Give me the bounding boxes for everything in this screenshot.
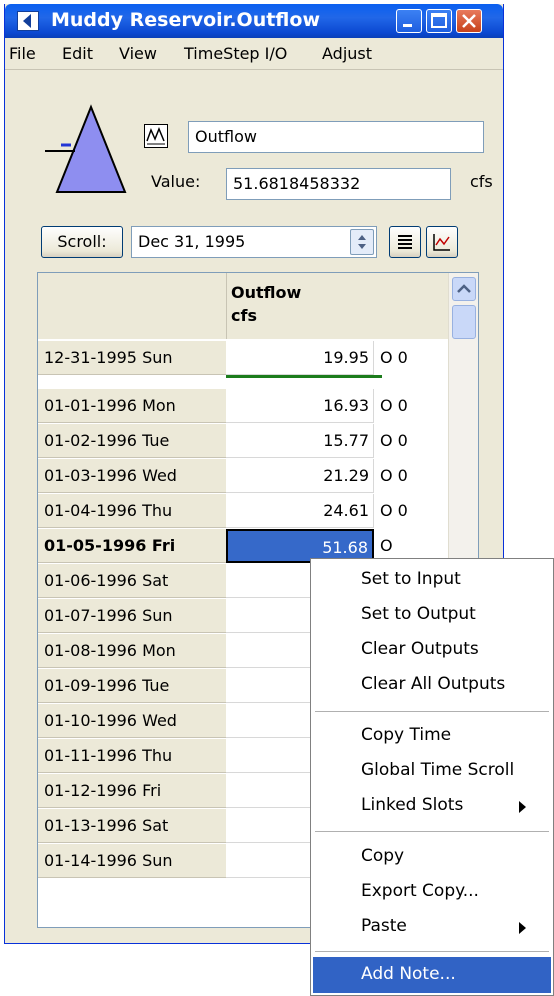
window-title: Muddy Reservoir.Outflow [51, 9, 320, 31]
menu-set-to-output[interactable]: Set to Output [361, 604, 476, 624]
menu-paste[interactable]: Paste [361, 916, 407, 936]
row-flag: O 0 [380, 396, 408, 415]
row-date: 01-04-1996 Thu [38, 494, 226, 528]
menu-view[interactable]: View [119, 44, 157, 63]
table-row[interactable]: 01-04-1996 Thu 24.61 O 0 [38, 494, 446, 529]
menu-clear-outputs[interactable]: Clear Outputs [361, 639, 479, 659]
row-date: 01-07-1996 Sun [38, 599, 226, 633]
menu-separator [315, 831, 549, 832]
row-flag: O 0 [380, 431, 408, 450]
menu-add-note[interactable]: Add Note... [361, 964, 456, 984]
row-date: 01-12-1996 Fri [38, 774, 226, 808]
scroll-date-field[interactable]: Dec 31, 1995 [131, 226, 377, 258]
row-value[interactable]: 24.61 [226, 494, 374, 528]
column-units: cfs [231, 306, 257, 325]
row-date: 01-11-1996 Thu [38, 739, 226, 773]
menu-file[interactable]: File [9, 44, 36, 63]
menu-separator [315, 711, 549, 712]
table-row[interactable]: 12-31-1995 Sun 19.95 O 0 [38, 341, 446, 376]
table-row[interactable]: 01-03-1996 Wed 21.29 O 0 [38, 459, 446, 494]
menu-copy[interactable]: Copy [361, 846, 404, 866]
maximize-button[interactable] [426, 9, 452, 33]
menu-timestep-io[interactable]: TimeStep I/O [184, 44, 287, 63]
row-value[interactable]: 21.29 [226, 459, 374, 493]
date-spinner[interactable] [350, 229, 374, 255]
menu-separator [315, 951, 549, 952]
row-flag: O 0 [380, 501, 408, 520]
row-date: 01-01-1996 Mon [38, 389, 226, 423]
row-date: 01-14-1996 Sun [38, 844, 226, 878]
menu-export-copy[interactable]: Export Copy... [361, 881, 479, 901]
row-date: 12-31-1995 Sun [38, 341, 226, 375]
scroll-button[interactable]: Scroll: [41, 226, 123, 258]
slot-type-icon [144, 124, 168, 148]
row-value[interactable]: 16.93 [226, 389, 374, 423]
corner-header [38, 273, 226, 339]
row-date: 01-08-1996 Mon [38, 634, 226, 668]
row-date: 01-05-1996 Fri [38, 529, 226, 563]
menu-set-to-input[interactable]: Set to Input [361, 569, 461, 589]
current-time-marker [226, 375, 382, 378]
row-date: 01-02-1996 Tue [38, 424, 226, 458]
menu-clear-all-outputs[interactable]: Clear All Outputs [361, 674, 505, 694]
menu-edit[interactable]: Edit [62, 44, 93, 63]
scroll-thumb[interactable] [452, 305, 476, 339]
table-view-button[interactable] [389, 226, 421, 258]
slot-name-field[interactable]: Outflow [188, 121, 484, 153]
row-value[interactable]: 15.77 [226, 424, 374, 458]
column-header[interactable]: Outflow cfs [226, 273, 448, 339]
row-date: 01-10-1996 Wed [38, 704, 226, 738]
row-date: 01-09-1996 Tue [38, 669, 226, 703]
submenu-arrow-icon [519, 801, 526, 813]
app-icon[interactable] [17, 11, 39, 31]
menu-adjust[interactable]: Adjust [322, 44, 372, 63]
row-date: 01-03-1996 Wed [38, 459, 226, 493]
value-field[interactable]: 51.6818458332 [226, 168, 451, 200]
close-button[interactable] [456, 9, 482, 33]
menu-copy-time[interactable]: Copy Time [361, 725, 451, 745]
menu-linked-slots[interactable]: Linked Slots [361, 795, 463, 815]
minimize-button[interactable] [396, 9, 422, 33]
row-flag: O 0 [380, 466, 408, 485]
column-title: Outflow [231, 283, 302, 302]
context-menu: Set to Input Set to Output Clear Outputs… [310, 558, 554, 996]
reservoir-icon [31, 102, 127, 198]
menu-bar: File Edit View TimeStep I/O Adjust [5, 38, 503, 70]
row-value[interactable]: 19.95 [226, 341, 374, 375]
table-row[interactable]: 01-01-1996 Mon 16.93 O 0 [38, 389, 446, 424]
units-label: cfs [470, 172, 493, 191]
value-label: Value: [151, 172, 201, 191]
title-bar[interactable]: Muddy Reservoir.Outflow [5, 4, 503, 38]
table-row[interactable]: 01-02-1996 Tue 15.77 O 0 [38, 424, 446, 459]
scroll-up-button[interactable] [452, 277, 476, 301]
plot-button[interactable] [426, 226, 458, 258]
row-date: 01-06-1996 Sat [38, 564, 226, 598]
row-flag: O 0 [380, 348, 408, 367]
row-date: 01-13-1996 Sat [38, 809, 226, 843]
menu-global-time-scroll[interactable]: Global Time Scroll [361, 760, 514, 780]
submenu-arrow-icon [519, 922, 526, 934]
